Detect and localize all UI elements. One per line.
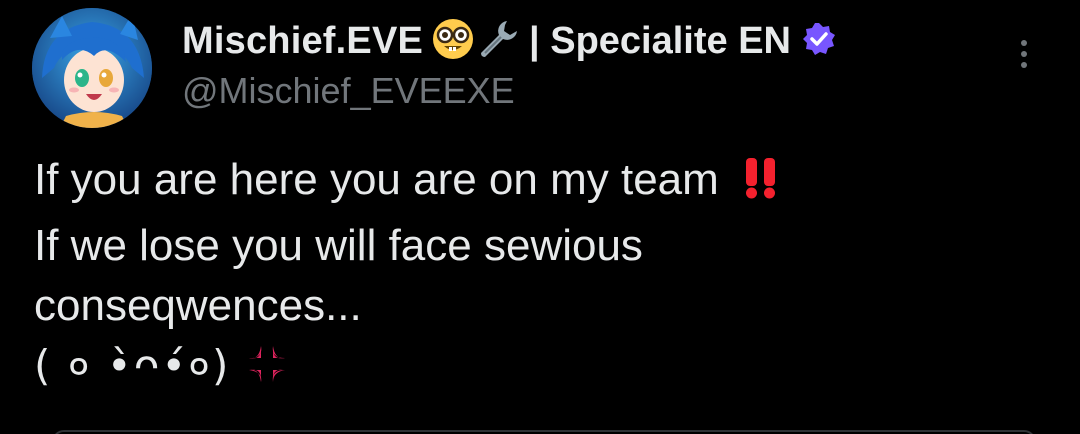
more-dot — [1021, 40, 1027, 46]
more-vertical-icon[interactable] — [1006, 34, 1042, 74]
quoted-card-edge[interactable] — [52, 430, 1036, 434]
author-name-row[interactable]: Mischief.EVE | Specialite EN — [182, 14, 990, 68]
post: Mischief.EVE | Specialite EN @Mischief_E… — [0, 0, 1080, 434]
post-text-line-2: If we lose you will face sewious — [34, 221, 643, 270]
author-handle[interactable]: @Mischief_EVEEXE — [182, 70, 990, 112]
double-exclamation-emoji — [741, 156, 781, 216]
author-avatar[interactable] — [32, 8, 152, 128]
post-header: Mischief.EVE | Specialite EN @Mischief_E… — [182, 14, 990, 112]
anger-symbol-emoji — [245, 342, 289, 402]
post-text-line-4: ( ० •̀ᴖ•́०) — [34, 336, 1044, 402]
post-text-line-3: conseqwences... — [34, 281, 362, 330]
post-text: If you are here you are on my team If we… — [34, 150, 1044, 402]
post-text-line-1-text: If you are here you are on my team — [34, 155, 719, 204]
nerd-face-emoji — [431, 17, 475, 66]
author-name-suffix[interactable]: | Specialite EN — [529, 20, 791, 63]
more-dot — [1021, 51, 1027, 57]
verified-badge-icon[interactable] — [801, 21, 837, 62]
more-dot — [1021, 62, 1027, 68]
post-text-line-1: If you are here you are on my team — [34, 150, 1044, 216]
avatar-image — [32, 8, 152, 128]
wrench-emoji — [477, 17, 521, 66]
author-display-name[interactable]: Mischief.EVE — [182, 20, 423, 63]
kaomoji: ( ० •̀ᴖ•́०) — [34, 341, 231, 390]
